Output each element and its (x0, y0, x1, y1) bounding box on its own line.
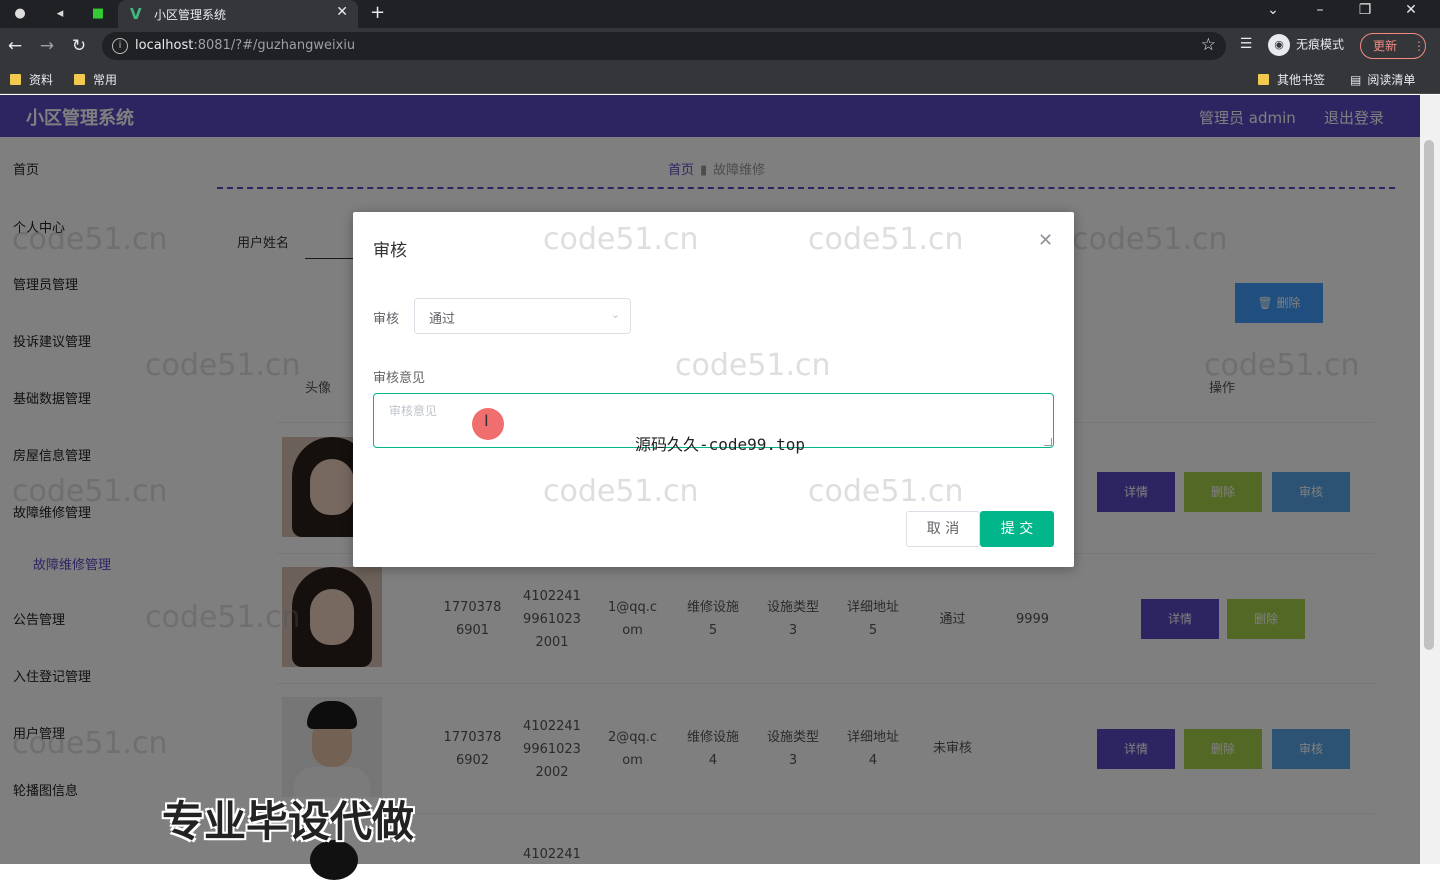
vue-favicon-icon: V (130, 5, 142, 23)
bookmark-label: 资料 (29, 73, 54, 87)
chevron-down-icon: ⌄ (610, 308, 620, 321)
resize-handle-icon[interactable] (1044, 438, 1052, 446)
more-menu-icon[interactable]: ⋮ (1413, 39, 1425, 53)
incognito-indicator[interactable]: ◉ 无痕模式 (1268, 34, 1344, 58)
submit-button[interactable]: 提 交 (980, 511, 1054, 547)
tab-title: 小区管理系统 (154, 8, 227, 22)
new-tab-icon[interactable]: + (370, 2, 385, 23)
bookmark-label: 常用 (93, 73, 118, 87)
bookmark-folder-1[interactable]: 资料 (10, 71, 53, 88)
minimize-icon[interactable]: – (1305, 2, 1335, 18)
incognito-label: 无痕模式 (1296, 37, 1345, 52)
bookmark-label: 其他书签 (1277, 73, 1326, 87)
audit-field-label: 审核 (373, 312, 400, 327)
text-cursor-icon: I (484, 411, 489, 430)
globe-icon[interactable]: ● (10, 4, 30, 24)
audit-select[interactable]: 通过 ⌄ (414, 298, 631, 334)
audit-dialog: 审核 ✕ 审核 通过 ⌄ 审核意见 审核意见 I 源码久久-code99.top… (353, 212, 1074, 567)
bookmark-label: 阅读清单 (1367, 73, 1416, 87)
restore-icon[interactable]: ❐ (1350, 2, 1380, 18)
reading-list-icon[interactable]: ☰ (1236, 36, 1256, 52)
browser-tab-bar: ● ◂ ■ V 小区管理系统 ✕ + ⌄ – ❐ ✕ (0, 0, 1440, 28)
bookmarks-bar: 资料 常用 其他书签 ▤ 阅读清单 (0, 64, 1440, 94)
address-bar[interactable]: i localhost:8081/?#/guzhangweixiu ☆ (102, 32, 1226, 60)
audit-select-value: 通过 (429, 312, 456, 327)
tab-close-icon[interactable]: ✕ (336, 4, 348, 20)
opinion-field-label: 审核意见 (373, 371, 426, 386)
overlay-text-center: 源码久久-code99.top (635, 435, 805, 454)
opinion-placeholder: 审核意见 (389, 404, 438, 418)
overlay-text-bottom: 专业毕设代做 (162, 797, 415, 846)
incognito-icon: ◉ (1268, 34, 1290, 56)
folder-icon (74, 74, 85, 85)
window-close-icon[interactable]: ✕ (1396, 2, 1426, 18)
dialog-title: 审核 (373, 241, 407, 261)
browser-toolbar: ← → ↻ i localhost:8081/?#/guzhangweixiu … (0, 28, 1440, 64)
url-path: :8081/?#/guzhangweixiu (193, 38, 356, 53)
reload-icon[interactable]: ↻ (69, 36, 89, 56)
reading-list-icon: ▤ (1350, 73, 1362, 87)
active-tab[interactable]: V 小区管理系统 ✕ (118, 0, 358, 28)
reading-list[interactable]: ▤ 阅读清单 (1350, 71, 1415, 88)
other-bookmarks[interactable]: 其他书签 (1258, 71, 1325, 88)
folder-icon (10, 74, 21, 85)
url-host: localhost (135, 38, 194, 53)
tab-search-icon[interactable]: ⌄ (1258, 2, 1288, 18)
dialog-close-icon[interactable]: ✕ (1038, 230, 1053, 251)
speaker-icon[interactable]: ◂ (50, 4, 70, 24)
url-text: localhost:8081/?#/guzhangweixiu (135, 38, 355, 53)
bookmark-folder-2[interactable]: 常用 (74, 71, 117, 88)
update-label: 更新 (1373, 39, 1398, 53)
scrollbar-thumb[interactable] (1424, 140, 1434, 650)
bookmark-star-icon[interactable]: ☆ (1201, 35, 1216, 55)
folder-icon (1258, 74, 1269, 85)
site-info-icon[interactable]: i (112, 38, 128, 54)
back-icon[interactable]: ← (5, 36, 25, 56)
forward-icon[interactable]: → (37, 36, 57, 56)
app-tab-icon[interactable]: ■ (88, 4, 108, 24)
cancel-button[interactable]: 取 消 (906, 511, 980, 547)
update-button[interactable]: 更新 ⋮ (1360, 33, 1426, 59)
